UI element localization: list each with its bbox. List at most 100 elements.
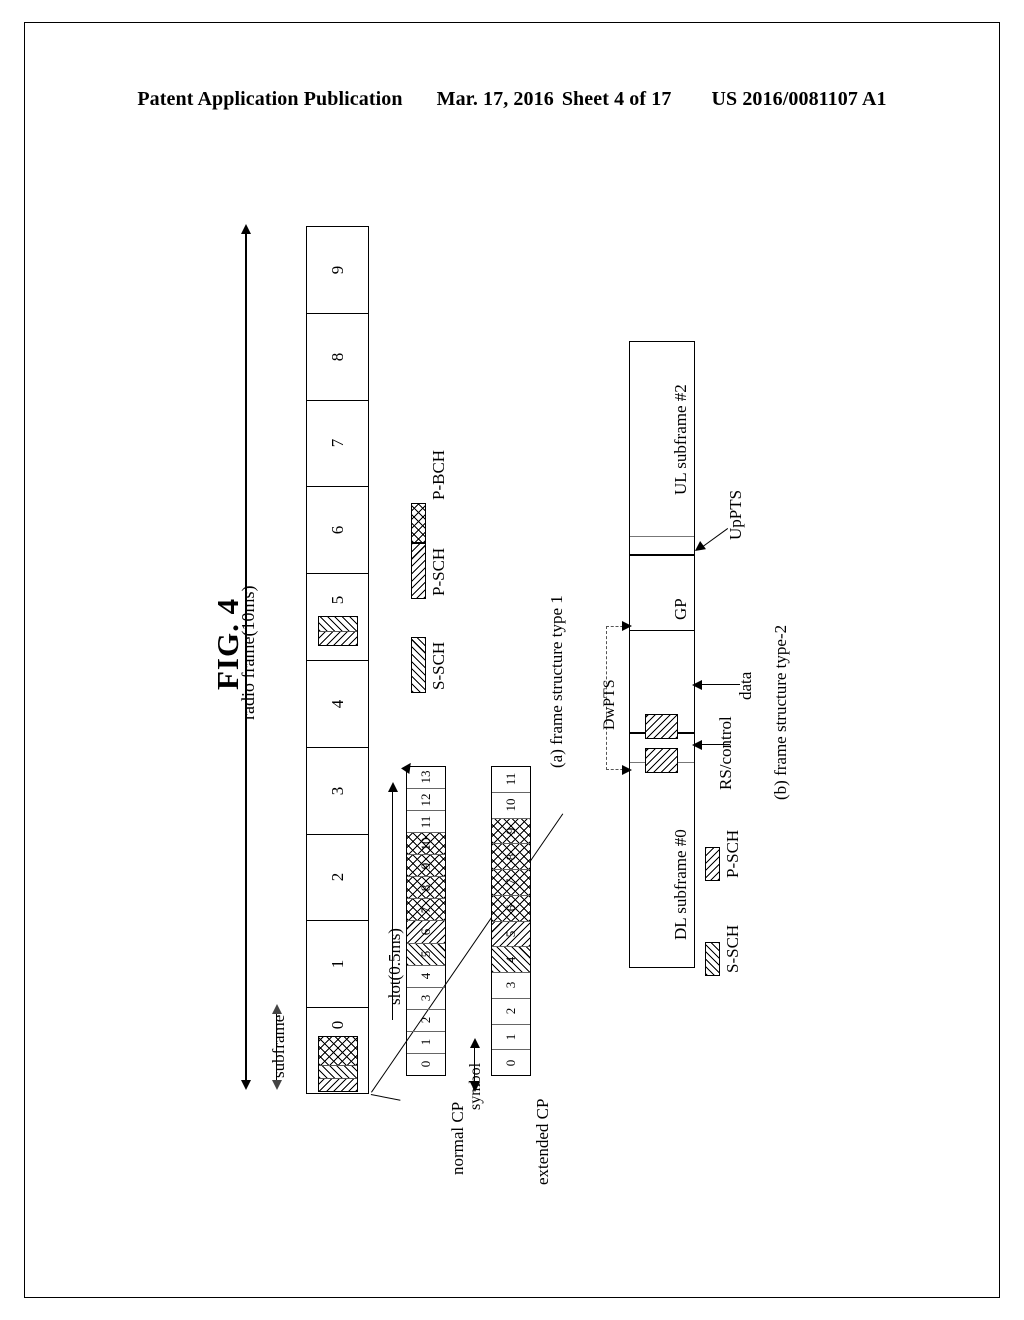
subframe-cell-1: 1 — [307, 921, 368, 1009]
dwpts-label: DwPTS — [601, 679, 618, 730]
extended-cp-symbol-11: 11 — [492, 767, 530, 792]
subframe-0-pbch-marker — [318, 1037, 357, 1066]
dwpts-arrow-bottom — [622, 765, 632, 775]
legend-swatch-psch-type2 — [705, 847, 720, 881]
extended-cp-symbol-index-11: 11 — [503, 773, 518, 786]
extended-cp-symbol-index-2: 2 — [503, 1007, 518, 1015]
extended-cp-symbol-index-5: 5 — [503, 930, 518, 938]
extended-cp-symbol-index-9: 9 — [503, 827, 518, 835]
extended-cp-symbol-6: 6 — [492, 894, 530, 921]
caption-frame-structure-type-2: (b) frame structure type-2 — [771, 624, 790, 800]
subframe-0-ssch-marker — [318, 1065, 357, 1079]
extended-cp-slot-column: 0 1 2 3 4 5 6 7 8 9 10 11 — [491, 766, 531, 1076]
normal-cp-symbol-index-2: 2 — [418, 1017, 433, 1024]
subframe-index-3: 3 — [327, 786, 347, 795]
subframe-cell-6: 6 — [307, 487, 368, 575]
subframe-index-9: 9 — [327, 265, 347, 275]
data-leader-line — [700, 684, 740, 686]
subframe-cell-5: 5 — [307, 574, 368, 661]
normal-cp-symbol-index-4: 4 — [418, 972, 433, 980]
caption-frame-structure-type-1: (a) frame structure type 1 — [547, 595, 566, 768]
t2-label-ul-subframe: UL subframe #2 — [671, 384, 690, 495]
normal-cp-symbol-index-9: 9 — [418, 862, 433, 870]
normal-cp-symbol-2: 2 — [407, 1008, 445, 1031]
t2-rs-control-block-lower — [645, 748, 678, 773]
subframe-index-6: 6 — [327, 526, 347, 535]
extended-cp-symbol-index-4: 4 — [503, 956, 518, 963]
normal-cp-symbol-index-13: 13 — [418, 770, 433, 784]
extended-cp-symbol-index-8: 8 — [503, 853, 518, 860]
normal-cp-symbol-5: 5 — [407, 942, 445, 965]
publication-header: Patent Application Publication Mar. 17, 2… — [0, 88, 1024, 111]
normal-cp-symbol-11: 11 — [407, 810, 445, 832]
normal-cp-symbol-8: 8 — [407, 876, 445, 899]
header-date-text: Mar. 17, 2016 — [436, 88, 554, 110]
legend-label-psch-type1: P-SCH — [429, 547, 448, 596]
subframe-index-1: 1 — [327, 960, 347, 969]
page-border — [24, 22, 1000, 1298]
normal-cp-symbol-index-0: 0 — [418, 1061, 433, 1068]
subframe-arrow-bottom — [272, 1080, 282, 1090]
slot-label: slot(0.5ms) — [385, 928, 404, 1005]
legend-label-pbch-type1: P-BCH — [429, 449, 448, 500]
subframe-cell-3: 3 — [307, 748, 368, 835]
radio-frame-column: 9 8 7 6 5 4 3 2 1 0 — [306, 226, 369, 1094]
extended-cp-symbol-index-10: 10 — [503, 798, 518, 812]
extended-cp-symbol-index-0: 0 — [503, 1059, 518, 1066]
subframe-cell-9: 9 — [307, 227, 368, 314]
extended-cp-symbol-2: 2 — [492, 997, 530, 1024]
legend-label-ssch-type2: S-SCH — [723, 924, 742, 973]
normal-cp-symbol-index-11: 11 — [418, 815, 433, 828]
normal-cp-symbol-0: 0 — [407, 1052, 445, 1075]
extended-cp-symbol-9: 9 — [492, 817, 530, 844]
legend-swatch-ssch-type2 — [705, 942, 720, 976]
dwpts-arrow-top — [622, 621, 632, 631]
normal-cp-symbol-index-8: 8 — [418, 884, 433, 892]
normal-cp-label: normal CP — [448, 1101, 467, 1175]
rs-control-label: RS/control — [716, 716, 735, 790]
normal-cp-symbol-7: 7 — [407, 898, 445, 921]
legend-swatch-pbch-type1 — [411, 503, 426, 543]
data-arrowhead — [692, 680, 702, 690]
slot-arrow-top — [388, 782, 398, 792]
radio-frame-arrow-bottom — [241, 1080, 251, 1090]
data-label: data — [736, 671, 755, 700]
normal-cp-slot-column: 0 1 2 3 4 5 6 7 8 9 10 11 12 13 — [406, 766, 446, 1076]
normal-cp-symbol-index-6: 6 — [418, 928, 433, 936]
normal-cp-symbol-13: 13 — [407, 767, 445, 788]
extended-cp-symbol-index-3: 3 — [503, 982, 518, 989]
legend-swatch-ssch-type1 — [411, 637, 426, 693]
radio-frame-arrow-top — [241, 224, 251, 234]
extended-cp-symbol-10: 10 — [492, 791, 530, 818]
extended-cp-symbol-3: 3 — [492, 972, 530, 998]
subframe-0-sync-markers — [317, 1036, 358, 1093]
radio-frame-label: radio frame(10ms) — [238, 585, 258, 720]
extended-cp-symbol-index-7: 7 — [503, 879, 518, 886]
t2-rule-uppts-top — [630, 536, 694, 538]
subframe-arrow-top — [272, 1004, 282, 1014]
normal-cp-symbol-index-12: 12 — [418, 793, 433, 807]
normal-cp-symbol-9: 9 — [407, 854, 445, 877]
normal-cp-symbol-3: 3 — [407, 986, 445, 1009]
legend-swatch-psch-type1 — [411, 543, 426, 599]
extended-cp-symbol-1: 1 — [492, 1023, 530, 1050]
header-patent-number: US 2016/0081107 A1 — [711, 88, 887, 110]
normal-cp-symbol-index-5: 5 — [418, 950, 433, 958]
rs-control-arrowhead — [692, 740, 702, 750]
extended-cp-symbol-8: 8 — [492, 843, 530, 869]
subframe-cell-4: 4 — [307, 661, 368, 748]
symbol-label: symbol — [467, 1062, 484, 1110]
legend-label-psch-type2: P-SCH — [723, 829, 742, 878]
t2-rule-gp-bottom — [630, 630, 694, 632]
t2-rule-uppts-bottom — [630, 554, 694, 557]
subframe-5-sync-markers — [317, 616, 358, 647]
subframe-cell-0: 0 — [307, 1008, 368, 1095]
normal-cp-symbol-index-7: 7 — [418, 906, 433, 914]
subframe-index-5: 5 — [327, 595, 347, 605]
subframe-label: subframe — [269, 1014, 288, 1078]
subframe-cell-7: 7 — [307, 401, 368, 488]
normal-cp-symbol-4: 4 — [407, 964, 445, 987]
normal-cp-symbol-index-3: 3 — [418, 994, 433, 1002]
legend-label-ssch-type1: S-SCH — [429, 641, 448, 690]
extended-cp-symbol-index-6: 6 — [503, 904, 518, 912]
